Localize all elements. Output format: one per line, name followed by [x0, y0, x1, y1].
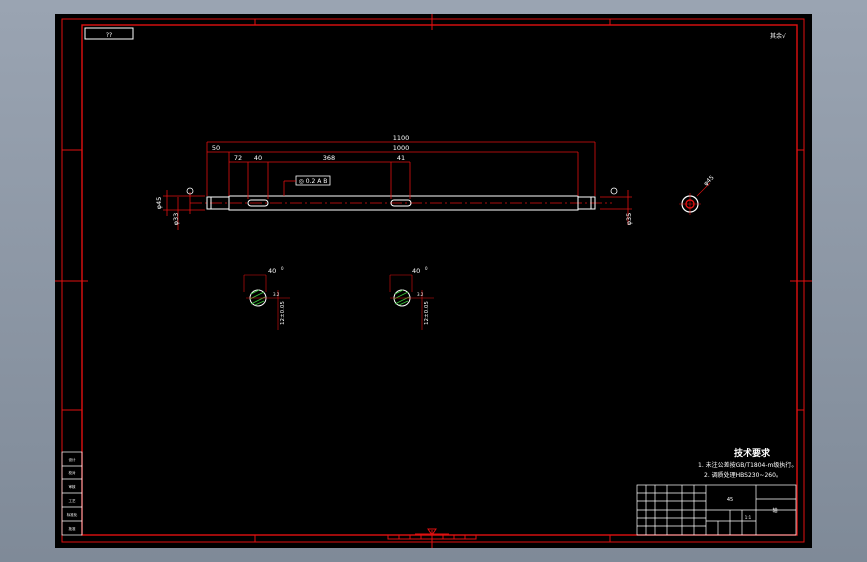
- dim-dia-33: φ33: [172, 213, 180, 226]
- dim-72: 72: [234, 154, 242, 162]
- dim-dia-45: φ45: [155, 197, 163, 210]
- tech-requirement-2: 2. 调质处理HBS230~260。: [704, 471, 782, 479]
- strip-cell-3: 审核: [69, 484, 76, 489]
- tech-requirement-1: 1. 未注公差按GB/T1804-m级执行。: [698, 461, 797, 469]
- title-block-part-name: 轴: [772, 507, 777, 514]
- strip-cell-4: 工艺: [69, 498, 76, 503]
- dim-dia-35: φ35: [625, 213, 633, 226]
- roughness-note: 其余√: [770, 32, 786, 40]
- dim-left-end: 50: [212, 144, 220, 152]
- section-left-roughness: 3.2: [273, 292, 280, 297]
- section-right-width: 40: [412, 267, 420, 275]
- dim-40: 40: [254, 154, 262, 162]
- section-right-depth: 12±0.05: [424, 301, 430, 325]
- drawing-number-tag: ??: [106, 32, 112, 39]
- tolerance-frame-text: ◎ 0.2 A B: [299, 178, 328, 185]
- dim-overall-length: 1100: [393, 134, 410, 142]
- section-left-depth: 12±0.05: [280, 301, 286, 325]
- section-left-width: 40: [268, 267, 276, 275]
- dim-41: 41: [397, 154, 405, 162]
- title-block-scale: 1:1: [745, 515, 752, 520]
- dim-main-length: 1000: [393, 144, 410, 152]
- strip-cell-1: 设计: [69, 457, 76, 462]
- title-block-material: 45: [727, 497, 733, 503]
- strip-cell-6: 批准: [69, 526, 76, 531]
- strip-cell-2: 校对: [69, 470, 76, 475]
- cad-drawing-canvas[interactable]: ?? 其余√ 1100 1000 50 72 40 368 41 φ45 φ33…: [0, 0, 867, 562]
- dim-368: 368: [323, 154, 335, 162]
- strip-cell-5: 标准化: [67, 512, 78, 517]
- section-right-roughness: 3.2: [417, 292, 424, 297]
- tech-requirements-title: 技术要求: [734, 447, 771, 459]
